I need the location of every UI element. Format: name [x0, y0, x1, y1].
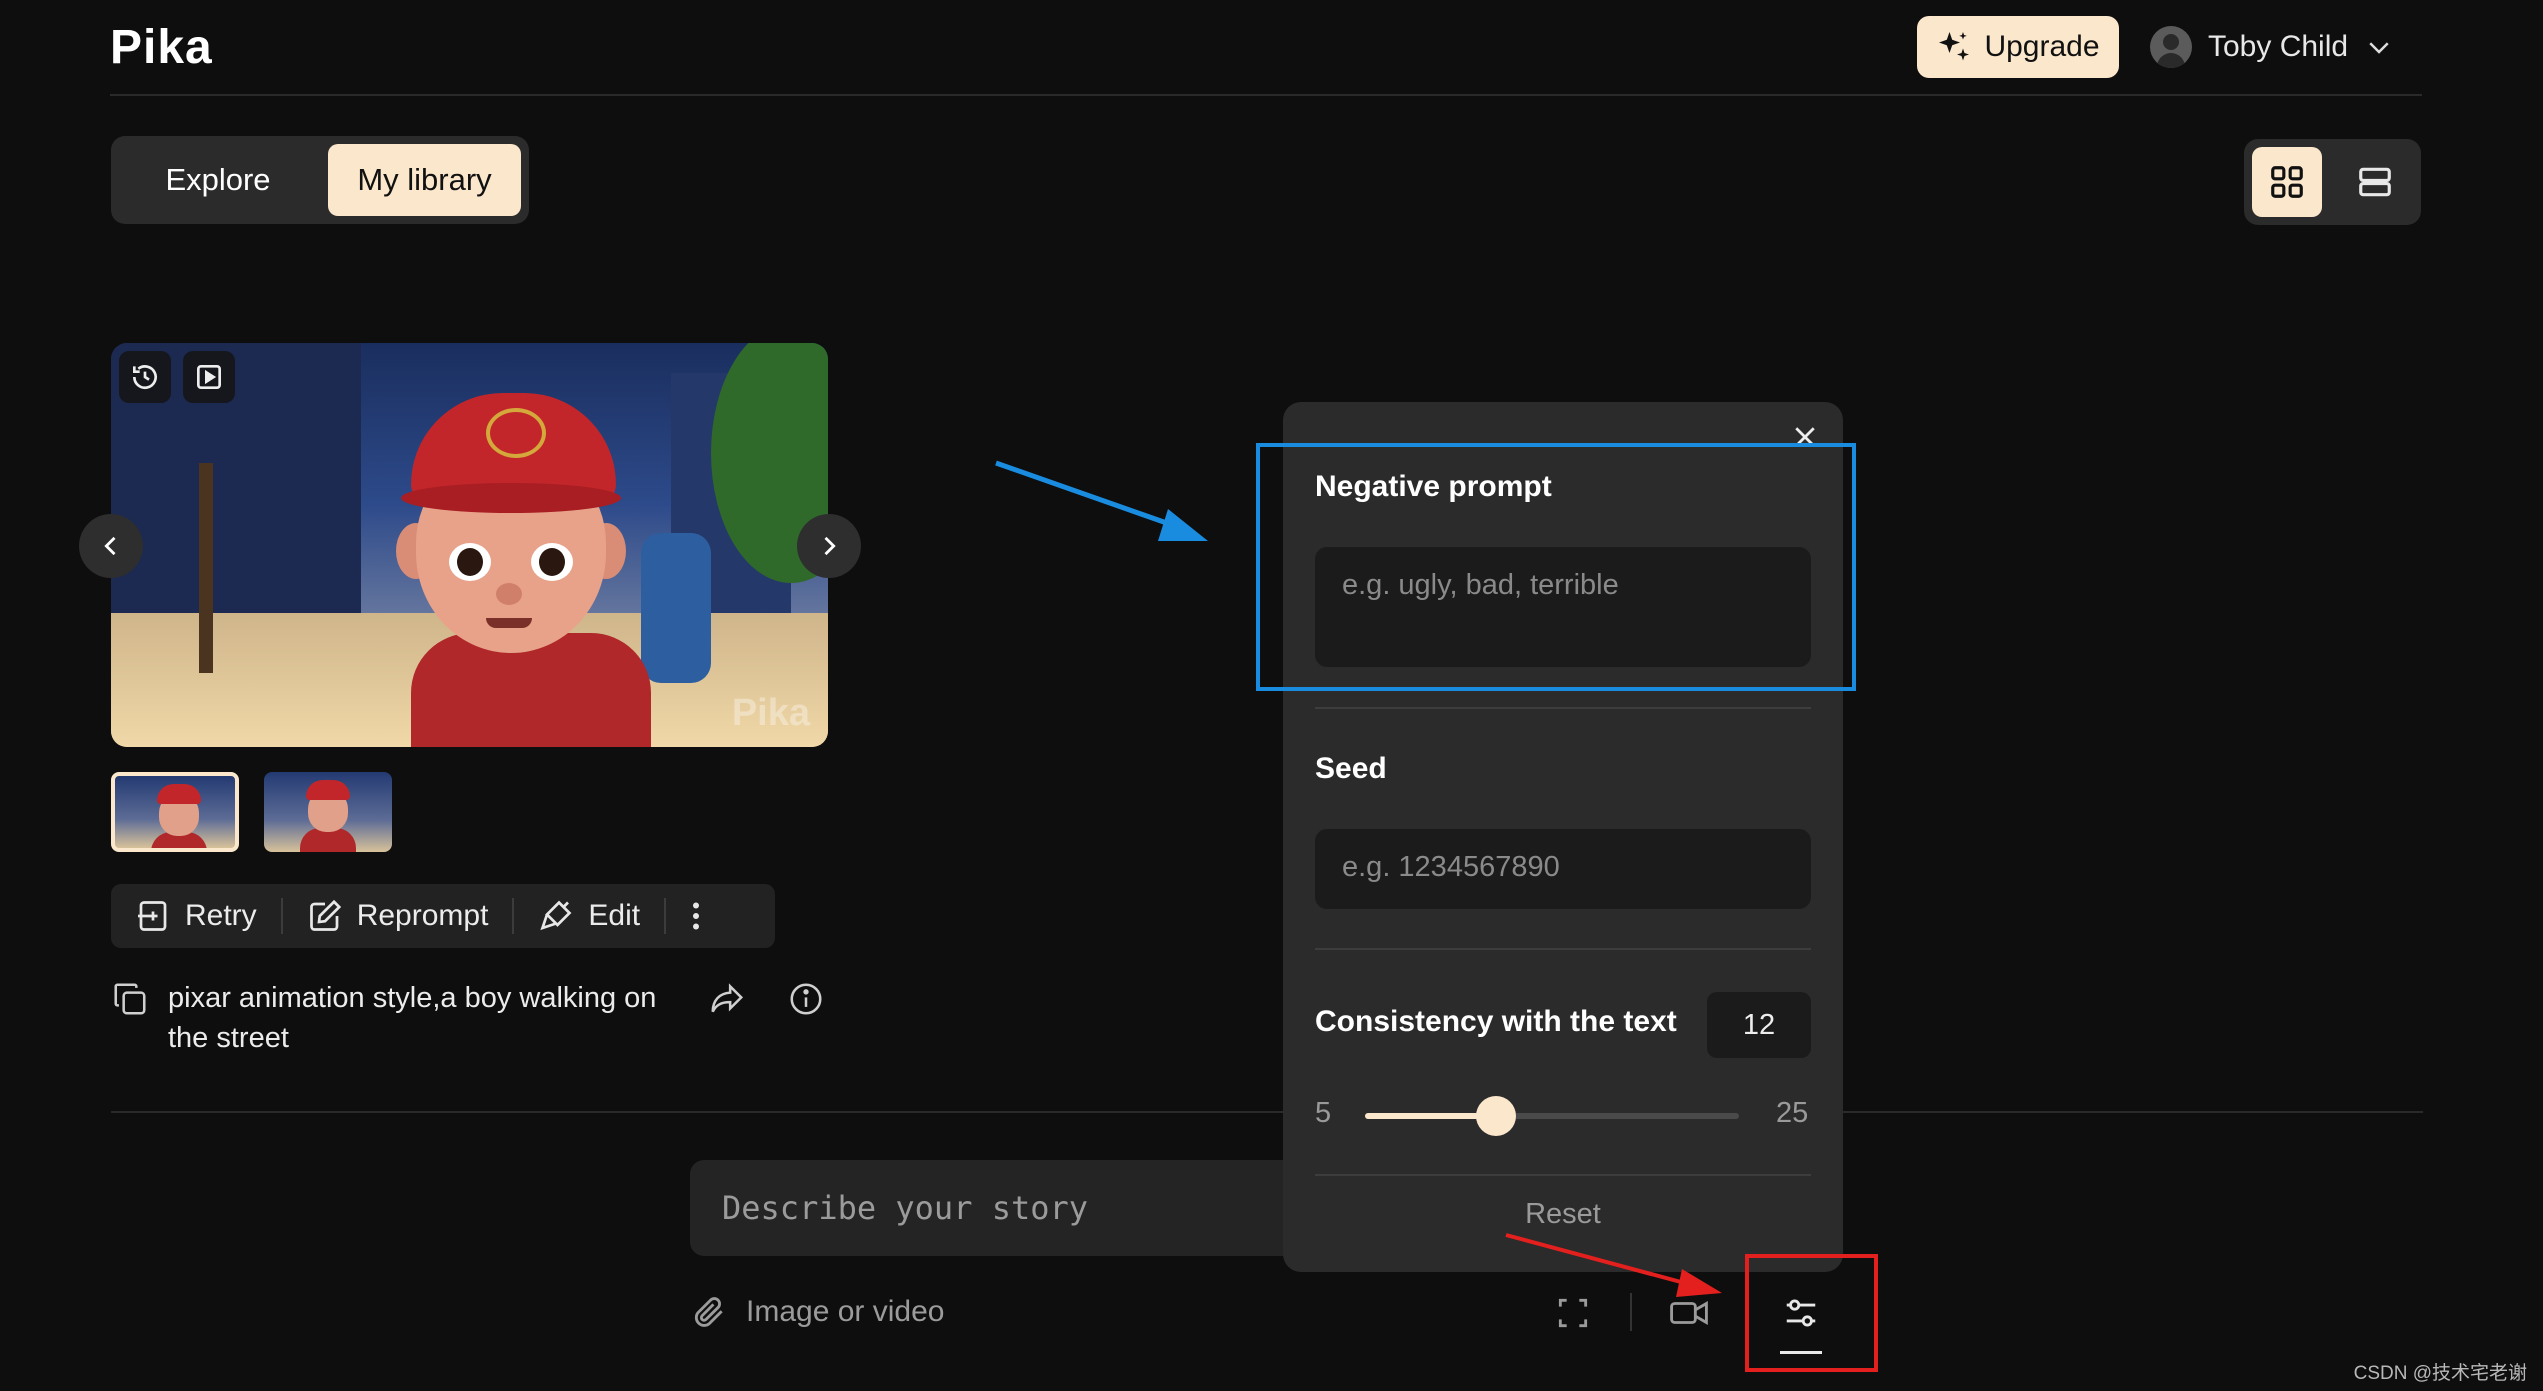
- next-button[interactable]: [797, 514, 861, 578]
- chevron-left-icon: [97, 532, 125, 560]
- history-icon: [129, 361, 161, 393]
- video-actions-bar: Retry Reprompt Edit: [111, 884, 775, 948]
- section-divider: [111, 1111, 2423, 1113]
- consistency-slider[interactable]: [1365, 1096, 1739, 1136]
- attach-media-button[interactable]: Image or video: [690, 1290, 944, 1334]
- prompt-row: pixar animation style,a boy walking on t…: [111, 978, 831, 1058]
- library-tabs: Explore My library: [111, 136, 529, 224]
- panel-divider: [1315, 1174, 1811, 1176]
- slider-thumb[interactable]: [1475, 1096, 1516, 1136]
- sparkle-icon: [1936, 29, 1972, 65]
- source-watermark: CSDN @技术宅老谢: [2353, 1363, 2527, 1384]
- list-icon: [2356, 163, 2394, 201]
- more-vertical-icon: [686, 898, 706, 934]
- consistency-value-input[interactable]: 12: [1707, 992, 1811, 1058]
- blue-highlight-box: [1256, 443, 1856, 691]
- pika-logo[interactable]: Pika: [110, 20, 213, 75]
- slider-min: 5: [1315, 1097, 1332, 1129]
- video-thumbnail[interactable]: [264, 772, 392, 852]
- edit-button[interactable]: Edit: [514, 884, 664, 948]
- user-name: Toby Child: [2208, 30, 2349, 63]
- history-button[interactable]: [119, 351, 171, 403]
- info-icon[interactable]: [787, 980, 825, 1018]
- boy-nose: [496, 583, 522, 605]
- chevron-right-icon: [815, 532, 843, 560]
- panel-divider: [1315, 707, 1811, 709]
- user-menu[interactable]: Toby Child: [2150, 22, 2394, 72]
- consistency-label: Consistency with the text: [1315, 1005, 1677, 1038]
- video-watermark: Pika: [731, 692, 810, 734]
- video-preview[interactable]: Pika: [111, 343, 828, 747]
- upgrade-label: Upgrade: [1984, 30, 2100, 63]
- play-icon: [193, 361, 225, 393]
- brush-icon: [538, 898, 574, 934]
- list-view-button[interactable]: [2340, 147, 2410, 217]
- header-divider: [110, 94, 2422, 96]
- slider-max: 25: [1776, 1097, 1809, 1129]
- video-thumbnail[interactable]: [111, 772, 239, 852]
- cap-badge: [486, 408, 546, 458]
- cap-brim: [401, 483, 621, 513]
- pencil-square-icon: [307, 898, 343, 934]
- boy-eye: [531, 543, 573, 581]
- grid-icon: [2268, 163, 2306, 201]
- play-button[interactable]: [183, 351, 235, 403]
- seed-label: Seed: [1315, 752, 1387, 785]
- boy-eye: [449, 543, 491, 581]
- reprompt-label: Reprompt: [356, 899, 489, 932]
- panel-divider: [1315, 948, 1811, 950]
- tab-explore[interactable]: Explore: [119, 144, 317, 216]
- paperclip-icon: [690, 1293, 728, 1331]
- more-button[interactable]: [666, 884, 726, 948]
- copy-icon[interactable]: [111, 980, 149, 1018]
- backpack: [641, 533, 711, 683]
- avatar: [2150, 26, 2192, 68]
- chevron-down-icon: [2364, 32, 2394, 62]
- retry-label: Retry: [185, 899, 257, 932]
- blue-arrow: [995, 460, 1208, 541]
- retry-button[interactable]: Retry: [111, 884, 281, 948]
- street-pole: [199, 463, 213, 673]
- view-toggle: [2244, 139, 2421, 225]
- red-arrow: [1505, 1233, 1722, 1297]
- attach-label: Image or video: [746, 1295, 945, 1328]
- share-icon[interactable]: [706, 980, 748, 1018]
- prompt-text: pixar animation style,a boy walking on t…: [168, 982, 657, 1054]
- red-highlight-box: [1745, 1254, 1878, 1372]
- boy-mouth: [486, 618, 532, 628]
- reprompt-button[interactable]: Reprompt: [283, 884, 513, 948]
- edit-label: Edit: [588, 899, 641, 932]
- tab-my-library[interactable]: My library: [328, 144, 521, 216]
- upgrade-button[interactable]: Upgrade: [1917, 16, 2119, 78]
- seed-input[interactable]: e.g. 1234567890: [1315, 829, 1811, 909]
- previous-button[interactable]: [79, 514, 143, 578]
- retry-icon: [135, 898, 171, 934]
- grid-view-button[interactable]: [2252, 147, 2322, 217]
